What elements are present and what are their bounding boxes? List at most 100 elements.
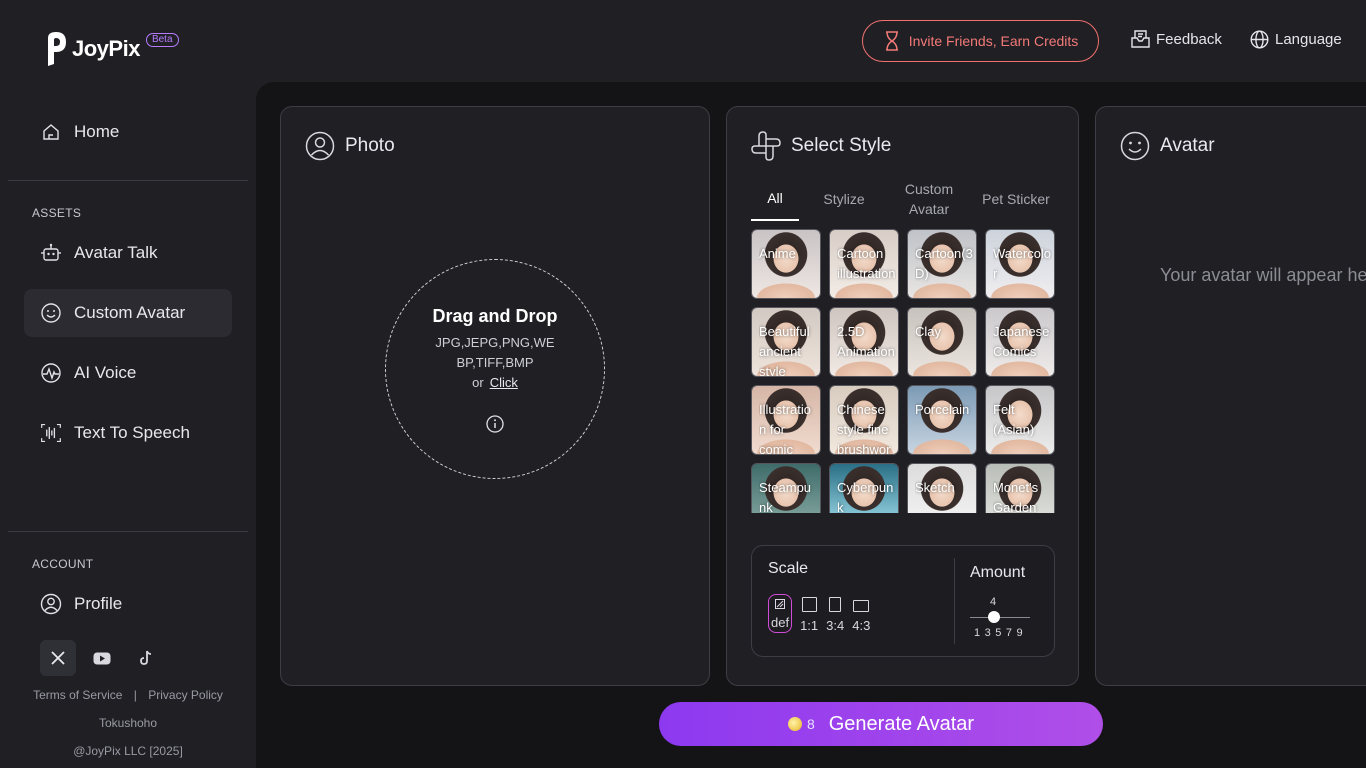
tab-stylize[interactable]: Stylize: [799, 177, 889, 221]
tick-label: 5: [995, 627, 1002, 639]
sidebar-item-ai-voice[interactable]: AI Voice: [24, 349, 232, 397]
beta-badge: Beta: [145, 33, 179, 47]
style-option[interactable]: Porcelain: [907, 385, 977, 455]
default-ratio-icon: [775, 599, 786, 609]
style-option[interactable]: Anime: [751, 229, 821, 299]
style-option-label: Sketch: [915, 480, 955, 495]
sidebar-item-text-to-speech[interactable]: Text To Speech: [24, 409, 232, 457]
ratio-label: def: [771, 615, 790, 630]
style-option[interactable]: Clay: [907, 307, 977, 377]
sidebar: JoyPix Beta Home ASSETS Avatar Talk Cust…: [0, 0, 256, 768]
dropzone-click-row: or Click: [386, 373, 604, 393]
sidebar-item-label: Home: [74, 122, 120, 141]
smile-icon: [1120, 131, 1150, 161]
ratio-4-3[interactable]: 4:3: [852, 600, 870, 633]
language-label: Language: [1275, 31, 1342, 48]
style-option-label: Porcelain: [915, 402, 970, 417]
slider-ticks: 1 3 5 7 9: [974, 627, 1023, 639]
style-option[interactable]: 2.5D Animation: [829, 307, 899, 377]
dropzone-or: or: [472, 375, 484, 390]
terms-link[interactable]: Terms of Service: [33, 688, 122, 702]
style-option[interactable]: Steampunk: [751, 463, 821, 513]
invite-friends-button[interactable]: Invite Friends, Earn Credits: [862, 20, 1099, 62]
legal-separator: |: [133, 688, 137, 702]
avatar-title-text: Avatar: [1160, 135, 1215, 156]
style-option[interactable]: Watercolor: [985, 229, 1055, 299]
style-option-label: Beautiful ancient style: [759, 324, 810, 377]
style-option-label: Cartoon(3D): [915, 246, 973, 281]
ratio-default[interactable]: def: [768, 594, 793, 633]
style-pinwheel-icon: [751, 131, 781, 161]
style-option-label: Steampunk: [759, 480, 812, 513]
sidebar-item-home[interactable]: Home: [24, 108, 232, 156]
sidebar-item-label: Text To Speech: [74, 423, 190, 442]
tab-custom-avatar[interactable]: Custom Avatar: [889, 177, 969, 221]
slider-track[interactable]: [970, 617, 1030, 618]
tokushoho-link[interactable]: Tokushoho: [0, 716, 256, 730]
feedback-button[interactable]: Feedback: [1131, 30, 1222, 48]
amount-slider[interactable]: 4 1 3 5 7 9: [970, 594, 1030, 639]
info-icon[interactable]: [486, 415, 504, 433]
home-icon: [40, 121, 62, 143]
avatar-placeholder: Your avatar will appear here: [1160, 265, 1366, 285]
ratio-label: 4:3: [852, 618, 871, 633]
style-option-label: Clay: [915, 324, 942, 339]
style-option[interactable]: Japanese Comics: [985, 307, 1055, 377]
tiktok-icon[interactable]: [128, 640, 164, 676]
photo-dropzone[interactable]: Drag and Drop JPG,JEPG,PNG,WEBP,TIFF,BMP…: [385, 259, 605, 479]
tab-pet-sticker[interactable]: Pet Sticker: [969, 177, 1063, 221]
robot-icon: [40, 242, 62, 264]
privacy-link[interactable]: Privacy Policy: [148, 688, 223, 702]
avatar-panel: Avatar Your avatar will appear here: [1095, 106, 1366, 686]
ratio-label: 3:4: [826, 618, 845, 633]
x-icon[interactable]: [40, 640, 76, 676]
sidebar-divider: [8, 531, 248, 532]
style-title-text: Select Style: [791, 135, 892, 156]
dropzone-title: Drag and Drop: [432, 306, 558, 326]
portrait-icon: [829, 597, 842, 612]
brand-name: JoyPix: [72, 36, 140, 61]
style-option[interactable]: Sketch: [907, 463, 977, 513]
sidebar-item-label: Avatar Talk: [74, 243, 158, 262]
style-option[interactable]: Cyberpunk: [829, 463, 899, 513]
square-icon: [801, 597, 817, 612]
style-option-label: Chinese style fine brushwork: [837, 402, 891, 455]
brand-logo[interactable]: JoyPix Beta: [44, 30, 179, 68]
ratio-3-4[interactable]: 3:4: [826, 597, 844, 633]
tab-all[interactable]: All: [751, 177, 799, 221]
generation-settings: Scale def 1:1 3:4 4:3 Amount 4 1 3 5 7 9: [751, 545, 1055, 657]
style-option[interactable]: Monet's Garden: [985, 463, 1055, 513]
style-option[interactable]: Cartoon illustration: [829, 229, 899, 299]
profile-icon: [40, 593, 62, 615]
amount-title: Amount: [970, 564, 1026, 581]
style-option[interactable]: Chinese style fine brushwork: [829, 385, 899, 455]
generate-label: Generate Avatar: [828, 712, 975, 735]
youtube-icon[interactable]: [84, 640, 120, 676]
style-grid: Anime Cartoon illustration Cartoon(3D) Wate…: [751, 229, 1055, 513]
style-option[interactable]: Felt (Asian): [985, 385, 1055, 455]
photo-title-text: Photo: [345, 135, 395, 156]
credit-cost: 8: [787, 716, 815, 732]
avatar-panel-title: Avatar: [1120, 131, 1215, 161]
sidebar-item-custom-avatar[interactable]: Custom Avatar: [24, 289, 232, 337]
amount-value: 4: [990, 596, 997, 608]
style-option[interactable]: Illustration for comic books: [751, 385, 821, 455]
style-option[interactable]: Beautiful ancient style: [751, 307, 821, 377]
feedback-icon: [1131, 30, 1150, 48]
globe-icon: [1250, 30, 1269, 49]
account-section-label: ACCOUNT: [32, 557, 94, 571]
generate-avatar-button[interactable]: 8 Generate Avatar: [659, 702, 1103, 746]
style-option-label: Japanese Comics: [993, 324, 1050, 359]
slider-thumb[interactable]: [988, 611, 1000, 623]
style-option[interactable]: Cartoon(3D): [907, 229, 977, 299]
copyright: @JoyPix LLC [2025]: [73, 744, 183, 758]
dropzone-click-link[interactable]: Click: [490, 375, 518, 390]
language-button[interactable]: Language: [1250, 30, 1342, 49]
style-option-label: Cartoon illustration: [837, 246, 896, 281]
sidebar-item-profile[interactable]: Profile: [24, 580, 232, 628]
ratio-1-1[interactable]: 1:1: [800, 597, 818, 633]
style-panel: Select Style All Stylize Custom Avatar P…: [726, 106, 1079, 686]
sidebar-item-avatar-talk[interactable]: Avatar Talk: [24, 229, 232, 277]
coin-icon: [787, 717, 802, 731]
user-circle-icon: [305, 131, 335, 161]
